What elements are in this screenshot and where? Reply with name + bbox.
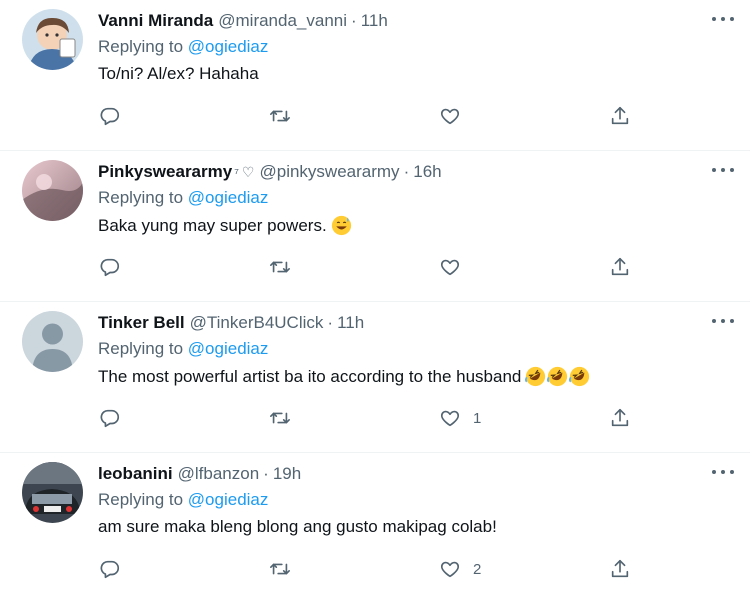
heart-icon — [440, 410, 460, 427]
more-icon[interactable] — [712, 12, 734, 26]
separator-dot: · — [403, 162, 410, 181]
avatar[interactable] — [22, 462, 83, 523]
reply-icon — [100, 107, 120, 126]
share-button[interactable] — [609, 406, 631, 430]
mention-link[interactable]: @ogiediaz — [188, 339, 269, 358]
mention-link[interactable]: @ogiediaz — [188, 188, 269, 207]
timestamp[interactable]: 19h — [273, 464, 301, 484]
user-handle[interactable]: @TinkerB4UClick — [190, 313, 324, 333]
timestamp[interactable]: 11h — [361, 11, 388, 31]
more-icon[interactable] — [712, 465, 734, 479]
retweet-button[interactable] — [269, 255, 291, 279]
tweet[interactable]: Tinker Bell @TinkerB4UClick · 11h Replyi… — [0, 302, 750, 453]
display-name[interactable]: Tinker Bell — [98, 313, 185, 333]
share-icon — [611, 257, 629, 276]
action-bar — [0, 249, 750, 285]
more-icon[interactable] — [712, 163, 734, 177]
separator-dot: · — [351, 11, 357, 30]
share-icon — [611, 106, 629, 125]
tweet-text: am sure maka bleng blong ang gusto makip… — [98, 517, 497, 537]
user-handle[interactable]: @pinkysweararmy — [259, 162, 399, 182]
display-name[interactable]: Vanni Miranda — [98, 11, 213, 31]
retweet-icon — [270, 563, 290, 575]
rolling-laughing-emoji — [525, 366, 546, 387]
display-name[interactable]: leobanini — [98, 464, 173, 484]
rolling-laughing-emoji — [547, 366, 568, 387]
replying-to: Replying to @ogiediaz — [98, 188, 268, 208]
reply-icon — [100, 560, 120, 579]
reply-button[interactable] — [99, 406, 121, 430]
reply-feed: Vanni Miranda @miranda_vanni · 11h Reply… — [0, 0, 750, 603]
like-button[interactable] — [439, 255, 473, 279]
reply-button[interactable] — [99, 104, 121, 128]
tweet-text: The most powerful artist ba ito accordin… — [98, 366, 590, 387]
heart-icon — [440, 259, 460, 276]
tweet-header: Vanni Miranda @miranda_vanni · 11h — [98, 9, 388, 33]
user-handle[interactable]: @lfbanzon — [178, 464, 260, 484]
tweet-header: Tinker Bell @TinkerB4UClick · 11h — [98, 311, 364, 335]
grinning-sweat-emoji — [331, 215, 351, 236]
replying-to-label: Replying to — [98, 339, 184, 358]
tweet-text-content: To/ni? Al/ex? Hahaha — [98, 64, 259, 83]
like-count: 1 — [473, 409, 482, 427]
tweet[interactable]: Vanni Miranda @miranda_vanni · 11h Reply… — [0, 0, 750, 151]
action-bar: 2 — [0, 551, 750, 587]
share-button[interactable] — [609, 104, 631, 128]
reply-button[interactable] — [99, 557, 121, 581]
replying-to: Replying to @ogiediaz — [98, 37, 268, 57]
share-icon — [611, 408, 629, 427]
tweet[interactable]: leobanini @lfbanzon · 19h Replying to @o… — [0, 453, 750, 603]
mention-link[interactable]: @ogiediaz — [188, 37, 269, 56]
replying-to: Replying to @ogiediaz — [98, 490, 268, 510]
tweet-text-content: The most powerful artist ba ito accordin… — [98, 366, 522, 386]
tweet[interactable]: Pinkysweararmy ⁷ ♡ @pinkysweararmy · 16h … — [0, 151, 750, 302]
avatar[interactable] — [22, 311, 83, 372]
name-suffix: ⁷ — [234, 164, 239, 180]
tweet-header: Pinkysweararmy ⁷ ♡ @pinkysweararmy · 16h — [98, 160, 442, 184]
tweet-text: Baka yung may super powers. — [98, 215, 352, 236]
share-button[interactable] — [609, 557, 631, 581]
retweet-button[interactable] — [269, 104, 291, 128]
tweet-text: To/ni? Al/ex? Hahaha — [98, 64, 259, 84]
replying-to: Replying to @ogiediaz — [98, 339, 268, 359]
retweet-button[interactable] — [269, 557, 291, 581]
user-handle[interactable]: @miranda_vanni — [218, 11, 347, 31]
retweet-icon — [270, 412, 290, 424]
replying-to-label: Replying to — [98, 490, 184, 509]
tweet-text-content: am sure maka bleng blong ang gusto makip… — [98, 517, 497, 536]
action-bar — [0, 98, 750, 134]
share-icon — [611, 559, 629, 578]
retweet-icon — [270, 110, 290, 122]
tweet-text-content: Baka yung may super powers. — [98, 215, 327, 235]
retweet-button[interactable] — [269, 406, 291, 430]
tweet-header: leobanini @lfbanzon · 19h — [98, 462, 301, 486]
rolling-laughing-emoji — [569, 366, 590, 387]
like-button[interactable]: 1 — [439, 406, 481, 430]
reply-button[interactable] — [99, 255, 121, 279]
like-button[interactable] — [439, 104, 473, 128]
reply-icon — [100, 409, 120, 428]
heart-icon — [440, 561, 460, 578]
heart-icon — [440, 108, 460, 125]
avatar[interactable] — [22, 160, 83, 221]
timestamp[interactable]: 16h — [413, 162, 441, 182]
avatar[interactable] — [22, 9, 83, 70]
reply-icon — [100, 258, 120, 277]
action-bar: 1 — [0, 400, 750, 436]
like-count: 2 — [473, 560, 482, 578]
replying-to-label: Replying to — [98, 37, 184, 56]
retweet-icon — [270, 261, 290, 273]
name-heart: ♡ — [241, 163, 255, 180]
more-icon[interactable] — [712, 314, 734, 328]
share-button[interactable] — [609, 255, 631, 279]
timestamp[interactable]: 11h — [337, 313, 364, 333]
replying-to-label: Replying to — [98, 188, 184, 207]
separator-dot: · — [327, 313, 334, 332]
like-button[interactable]: 2 — [439, 557, 481, 581]
separator-dot: · — [263, 464, 269, 483]
mention-link[interactable]: @ogiediaz — [188, 490, 269, 509]
display-name[interactable]: Pinkysweararmy — [98, 162, 232, 182]
